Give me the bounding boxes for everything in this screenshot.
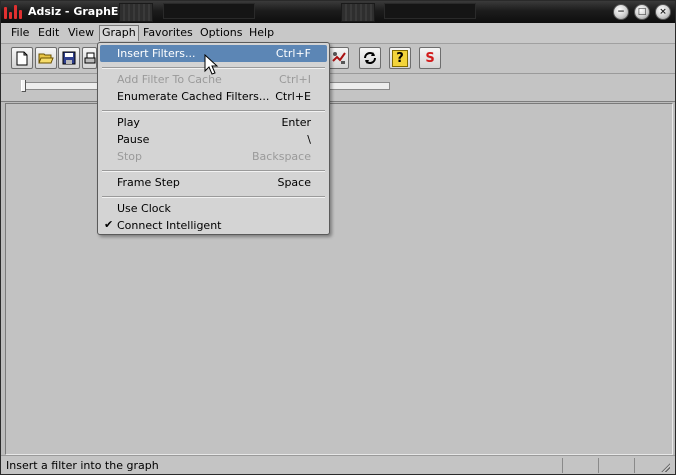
status-bar: Insert a filter into the graph	[1, 455, 675, 474]
menu-item-shortcut: Ctrl+E	[275, 90, 311, 103]
status-text: Insert a filter into the graph	[6, 459, 159, 472]
graphedit-app-icon[interactable]	[4, 5, 24, 19]
maximize-button[interactable]: □	[634, 4, 650, 20]
menu-item-label: Play	[117, 116, 140, 129]
maximize-icon: □	[637, 6, 647, 17]
background-window-ghost	[384, 3, 476, 19]
menu-item-label: Use Clock	[117, 202, 171, 215]
menu-item-label: Enumerate Cached Filters...	[117, 90, 270, 103]
checkmark-icon: ✔	[104, 218, 114, 231]
seek-icon: S	[425, 50, 435, 66]
menu-bar: File Edit View Graph Favorites Options H…	[1, 23, 675, 44]
mouse-pointer-icon	[204, 54, 219, 75]
menu-item-use-clock[interactable]: Use Clock	[100, 200, 327, 217]
open-folder-icon	[38, 53, 54, 64]
filter-graph-icon	[331, 52, 346, 64]
background-window-ghost	[119, 3, 153, 22]
menu-separator	[102, 110, 325, 112]
refresh-button[interactable]	[359, 47, 381, 69]
menu-graph[interactable]: Graph	[99, 25, 139, 41]
background-window-ghost	[341, 3, 375, 22]
print-button[interactable]	[82, 47, 97, 69]
menu-item-label: Connect Intelligent	[117, 219, 222, 232]
menu-separator	[102, 196, 325, 198]
save-disk-icon	[62, 51, 76, 65]
background-window-ghost	[163, 3, 255, 19]
open-button[interactable]	[35, 47, 57, 69]
print-icon	[84, 52, 95, 63]
menu-separator	[102, 170, 325, 172]
menu-item-label: Stop	[117, 150, 143, 163]
menu-options[interactable]: Options	[197, 25, 245, 41]
menu-item-shortcut: \	[307, 133, 311, 146]
menu-item-label: Frame Step	[117, 176, 180, 189]
status-panel	[598, 458, 599, 473]
menu-item-shortcut: Backspace	[252, 150, 311, 163]
menu-item-enumerate-cached-filters[interactable]: Enumerate Cached Filters... Ctrl+E	[100, 88, 327, 105]
seek-button[interactable]: S	[419, 47, 441, 69]
menu-item-label: Insert Filters...	[117, 47, 196, 60]
help-button[interactable]: ?	[389, 47, 411, 69]
menu-item-connect-intelligent[interactable]: ✔ Connect Intelligent	[100, 217, 327, 234]
menu-item-shortcut: Ctrl+I	[278, 73, 311, 86]
title-bar[interactable]: Adsiz - GraphEdit − □ ×	[1, 1, 675, 23]
new-button[interactable]	[11, 47, 33, 69]
menu-edit[interactable]: Edit	[35, 25, 62, 41]
status-panel	[634, 458, 635, 473]
resize-grip-icon[interactable]	[661, 463, 670, 472]
menu-item-stop[interactable]: Stop Backspace	[100, 148, 327, 165]
menu-item-frame-step[interactable]: Frame Step Space	[100, 174, 327, 191]
menu-item-shortcut: Space	[277, 176, 311, 189]
menu-item-shortcut: Ctrl+F	[275, 47, 311, 60]
menu-view[interactable]: View	[65, 25, 97, 41]
close-button[interactable]: ×	[655, 4, 671, 20]
menu-favorites[interactable]: Favorites	[140, 25, 196, 41]
seek-slider-thumb[interactable]	[21, 80, 26, 92]
minimize-icon: −	[617, 6, 625, 17]
save-button[interactable]	[58, 47, 80, 69]
minimize-button[interactable]: −	[613, 4, 629, 20]
status-panel	[562, 458, 563, 473]
menu-item-shortcut: Enter	[281, 116, 311, 129]
refresh-icon	[364, 52, 376, 64]
menu-item-pause[interactable]: Pause \	[100, 131, 327, 148]
new-document-icon	[16, 51, 28, 65]
filter-graph-button[interactable]	[328, 47, 349, 69]
menu-file[interactable]: File	[8, 25, 32, 41]
help-icon: ?	[392, 49, 408, 67]
menu-item-label: Pause	[117, 133, 150, 146]
menu-help[interactable]: Help	[246, 25, 277, 41]
graphedit-window: Adsiz - GraphEdit − □ × File Edit View G…	[0, 0, 676, 475]
close-icon: ×	[659, 6, 667, 17]
menu-item-play[interactable]: Play Enter	[100, 114, 327, 131]
